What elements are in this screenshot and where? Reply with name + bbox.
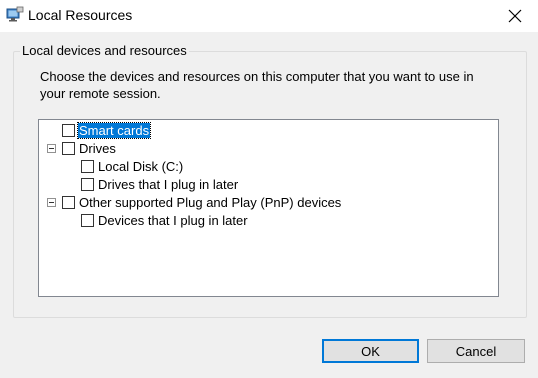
window-title: Local Resources — [28, 7, 133, 23]
local-disk-checkbox[interactable] — [81, 159, 94, 173]
tree-item-label: Devices that I plug in later — [98, 212, 248, 228]
tree-item-label: Other supported Plug and Play (PnP) devi… — [79, 194, 342, 210]
tree-item-drives-later[interactable]: Drives that I plug in later — [81, 175, 239, 193]
cancel-button[interactable]: Cancel — [427, 339, 525, 363]
group-label: Local devices and resources — [20, 43, 189, 58]
device-tree[interactable]: Smart cards Drives Local Disk (C:) Drive… — [38, 119, 499, 297]
tree-item-label: Drives that I plug in later — [98, 176, 239, 192]
drives-checkbox[interactable] — [62, 141, 75, 155]
tree-item-local-disk[interactable]: Local Disk (C:) — [81, 157, 184, 175]
tree-item-devices-later[interactable]: Devices that I plug in later — [81, 211, 249, 229]
collapse-icon[interactable] — [47, 198, 56, 207]
tree-item-pnp-devices[interactable]: Other supported Plug and Play (PnP) devi… — [62, 193, 342, 211]
close-icon — [508, 9, 522, 23]
tree-item-label: Smart cards — [76, 121, 152, 139]
remote-desktop-icon — [6, 6, 24, 22]
ok-button[interactable]: OK — [322, 339, 419, 363]
group-description: Choose the devices and resources on this… — [40, 69, 474, 101]
tree-item-drives[interactable]: Drives — [62, 139, 117, 157]
tree-item-label: Drives — [79, 140, 116, 156]
title-bar: Local Resources — [0, 0, 538, 32]
close-button[interactable] — [492, 0, 538, 32]
pnp-devices-checkbox[interactable] — [62, 195, 75, 209]
devices-later-checkbox[interactable] — [81, 213, 94, 227]
tree-item-smart-cards[interactable]: Smart cards — [62, 121, 152, 139]
collapse-icon[interactable] — [47, 144, 56, 153]
drives-later-checkbox[interactable] — [81, 177, 94, 191]
tree-item-label: Local Disk (C:) — [98, 158, 184, 174]
smart-cards-checkbox[interactable] — [62, 123, 75, 137]
